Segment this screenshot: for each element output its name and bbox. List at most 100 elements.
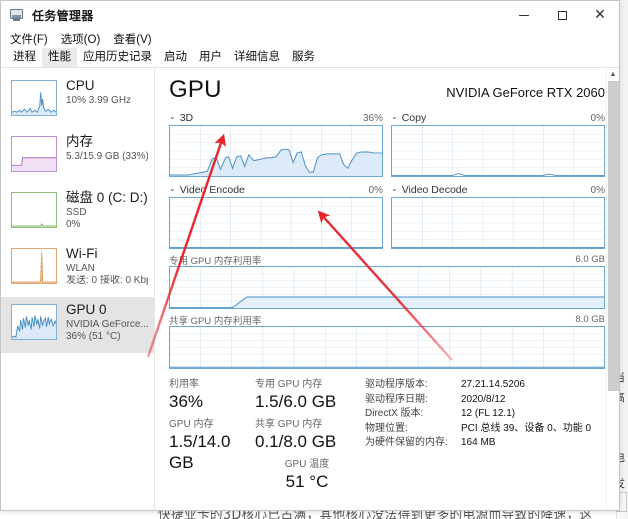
scroll-up-icon[interactable]: ▲: [607, 68, 619, 81]
screen: 当 高 电 发 ⌄ 快捷业卡的3D核心已占满，其他核心没法得到更多的电源而导致的…: [0, 0, 628, 519]
chart-shared-memory: [169, 326, 605, 369]
scrollbar-thumb[interactable]: [608, 81, 619, 391]
detail-driver-version-key: 驱动程序版本:: [365, 379, 428, 390]
graph-label-copy: Copy: [401, 112, 427, 124]
graph-value-3d: 36%: [362, 112, 383, 124]
menu-item-view[interactable]: 查看(V): [113, 31, 151, 47]
disk-sparkline: [11, 192, 57, 228]
tab-bar: 进程 性能 应用历史记录 启动 用户 详细信息 服务: [1, 48, 619, 68]
detail-driver-date-key: 驱动程序日期:: [365, 393, 428, 405]
tab-app-history[interactable]: 应用历史记录: [77, 48, 158, 67]
graph-label-video-decode: Video Decode: [401, 184, 468, 196]
sidebar-item-cpu[interactable]: CPU 10% 3.99 GHz: [1, 73, 154, 129]
sidebar-item-gpu-0-title: GPU 0: [66, 302, 107, 317]
graph-value-video-decode: 0%: [590, 184, 605, 196]
detail-driver-version: 驱动程序版本: 27.21.14.5206: [365, 378, 605, 393]
graph-label-video-encode: Video Encode: [179, 184, 245, 196]
stat-gpu-memory-label: GPU 内存: [169, 419, 214, 430]
graph-value-dedicated-memory: 6.0 GB: [575, 254, 605, 265]
chevron-down-icon[interactable]: ⌄: [391, 113, 398, 121]
graph-value-shared-memory: 8.0 GB: [575, 314, 605, 325]
gpu-details-list: 驱动程序版本: 27.21.14.5206 驱动程序日期: 2020/8/12 …: [359, 378, 605, 498]
sidebar-item-gpu-0[interactable]: GPU 0 NVIDIA GeForce... 36% (51 °C): [1, 297, 154, 353]
task-manager-icon: [9, 7, 25, 23]
performance-sidebar: CPU 10% 3.99 GHz 内存 5.3/15.9 GB (33%) 磁盘…: [1, 68, 155, 510]
graph-label-shared-memory: 共享 GPU 内存利用率: [169, 315, 262, 327]
main-vertical-scrollbar[interactable]: ▲: [606, 68, 619, 510]
graph-block-video-encode: ⌄ Video Encode 0%: [169, 178, 383, 249]
window-controls: ✕: [505, 1, 619, 29]
graph-block-3d: ⌄ 3D 36%: [169, 106, 383, 177]
chevron-down-icon[interactable]: ⌄: [169, 113, 176, 121]
stat-utilization: 利用率 36%: [169, 378, 255, 412]
chart-video-decode: [391, 197, 605, 249]
detail-hardware-reserved-memory-key: 为硬件保留的内存:: [365, 437, 448, 448]
detail-directx-version: DirectX 版本: 12 (FL 12.1): [365, 407, 605, 422]
sidebar-item-memory-sub: 5.3/15.9 GB (33%): [66, 151, 148, 162]
detail-hardware-reserved-memory: 为硬件保留的内存: 164 MB: [365, 436, 605, 451]
graph-block-shared-memory: 共享 GPU 内存利用率 8.0 GB: [169, 313, 605, 369]
chart-video-encode: [169, 197, 383, 249]
sidebar-item-disk-0-title: 磁盘 0 (C: D:): [66, 190, 148, 205]
stat-gpu-temperature: GPU 温度 51 °C: [255, 458, 359, 492]
stat-utilization-label: 利用率: [169, 379, 199, 390]
stat-dedicated-memory: 专用 GPU 内存 1.5/6.0 GB: [255, 378, 359, 412]
cpu-sparkline: [11, 80, 57, 116]
gpu-sparkline: [11, 304, 57, 340]
title-bar[interactable]: 任务管理器 ✕: [1, 1, 619, 29]
gpu-stats: 利用率 36% GPU 内存 1.5/14.0 GB 专用 GPU 内存 1.5…: [169, 378, 605, 498]
sidebar-item-cpu-sub: 10% 3.99 GHz: [66, 95, 132, 106]
minimize-button[interactable]: [505, 1, 543, 29]
close-icon: ✕: [594, 7, 606, 23]
graph-block-video-decode: ⌄ Video Decode 0%: [391, 178, 605, 249]
task-manager-window: 任务管理器 ✕ 文件(F) 选项(O) 查看(V) 进程 性能 应用历史记录 启…: [0, 0, 620, 511]
stat-shared-memory: 共享 GPU 内存 0.1/8.0 GB: [255, 418, 359, 452]
stat-dedicated-memory-label: 专用 GPU 内存: [255, 379, 323, 390]
tab-performance[interactable]: 性能: [42, 48, 77, 67]
memory-sparkline: [11, 136, 57, 172]
sidebar-item-disk-0[interactable]: 磁盘 0 (C: D:) SSD 0%: [1, 185, 154, 241]
page-title: GPU: [169, 76, 222, 103]
gpu-model-name: NVIDIA GeForce RTX 2060: [446, 85, 605, 100]
chevron-down-icon[interactable]: ⌄: [391, 185, 398, 193]
menu-item-options[interactable]: 选项(O): [61, 31, 101, 47]
chart-copy: [391, 125, 605, 177]
graph-value-video-encode: 0%: [368, 184, 383, 196]
detail-driver-version-value: 27.21.14.5206: [461, 379, 525, 390]
menu-bar: 文件(F) 选项(O) 查看(V): [1, 29, 619, 48]
detail-driver-date-value: 2020/8/12: [461, 393, 506, 405]
sidebar-item-gpu-0-sub2: 36% (51 °C): [66, 331, 121, 342]
detail-physical-location-value: PCI 总线 39、设备 0、功能 0: [461, 422, 592, 434]
stat-gpu-memory: GPU 内存 1.5/14.0 GB: [169, 418, 255, 473]
maximize-button[interactable]: [543, 1, 581, 29]
close-button[interactable]: ✕: [581, 1, 619, 29]
sidebar-item-cpu-title: CPU: [66, 78, 95, 93]
tab-services[interactable]: 服务: [286, 48, 321, 67]
window-title: 任务管理器: [32, 8, 94, 23]
graph-value-copy: 0%: [590, 112, 605, 124]
tab-processes[interactable]: 进程: [7, 48, 42, 67]
stat-shared-memory-value: 0.1/8.0 GB: [255, 432, 337, 451]
stat-gpu-temperature-value: 51 °C: [285, 472, 329, 491]
sidebar-item-memory-title: 内存: [66, 134, 93, 149]
graph-label-dedicated-memory: 专用 GPU 内存利用率: [169, 255, 262, 267]
detail-physical-location-key: 物理位置:: [365, 422, 408, 434]
tab-details[interactable]: 详细信息: [228, 48, 286, 67]
sidebar-item-memory[interactable]: 内存 5.3/15.9 GB (33%): [1, 129, 154, 185]
stats-column-1: 利用率 36% GPU 内存 1.5/14.0 GB: [169, 378, 255, 498]
sidebar-item-wifi-title: Wi-Fi: [66, 246, 98, 261]
tab-users[interactable]: 用户: [193, 48, 228, 67]
detail-physical-location: 物理位置: PCI 总线 39、设备 0、功能 0: [365, 422, 605, 437]
chart-dedicated-memory: [169, 266, 605, 309]
stat-gpu-temperature-label: GPU 温度: [284, 459, 330, 470]
chevron-down-icon[interactable]: ⌄: [169, 185, 176, 193]
tab-startup[interactable]: 启动: [158, 48, 193, 67]
sidebar-item-wifi-sub1: WLAN: [66, 263, 95, 274]
stat-gpu-memory-value: 1.5/14.0 GB: [169, 432, 231, 472]
graph-block-copy: ⌄ Copy 0%: [391, 106, 605, 177]
menu-item-file[interactable]: 文件(F): [10, 31, 48, 47]
sidebar-item-gpu-0-sub1: NVIDIA GeForce...: [66, 319, 148, 330]
sidebar-item-wifi[interactable]: Wi-Fi WLAN 发送: 0 接收: 0 Kbps: [1, 241, 154, 297]
sidebar-item-disk-0-sub1: SSD: [66, 207, 87, 218]
stat-dedicated-memory-value: 1.5/6.0 GB: [255, 392, 337, 411]
